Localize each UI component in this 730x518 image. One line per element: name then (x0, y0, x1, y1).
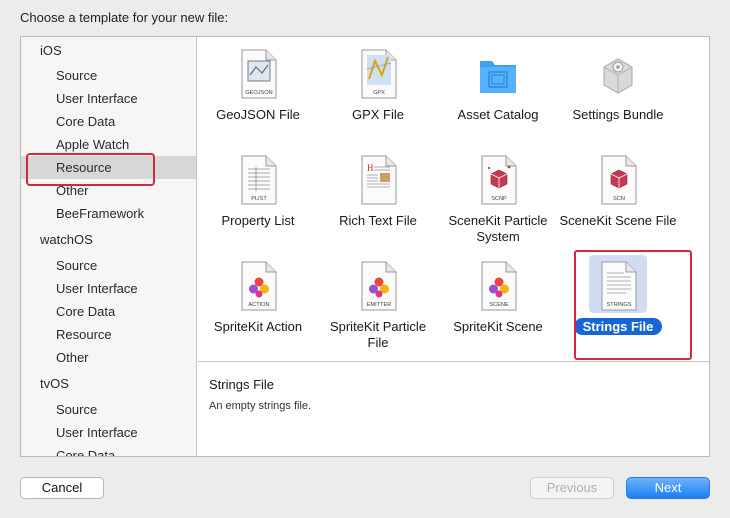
template-label-text: SpriteKit Particle File (329, 319, 427, 350)
sidebar-item-15[interactable]: Source (21, 398, 196, 421)
template-tile[interactable]: ACTION SpriteKit Action (198, 253, 318, 359)
sidebar-platform-0[interactable]: iOS (21, 39, 196, 62)
template-label-text: Settings Bundle (572, 107, 664, 122)
svg-text:ACTION: ACTION (248, 302, 269, 308)
template-label: GeoJSON File (198, 107, 318, 123)
svg-text:PLIST: PLIST (251, 196, 267, 202)
template-description: Strings File An empty strings file. (198, 363, 709, 456)
template-tile[interactable]: H Rich Text File (318, 147, 438, 253)
folder-icon (478, 49, 518, 99)
svg-text:GEOJSON: GEOJSON (245, 90, 272, 96)
template-label: SceneKit Particle System (438, 213, 558, 245)
sidebar-item-7[interactable]: BeeFramework (21, 202, 196, 225)
sidebar-item-2[interactable]: User Interface (21, 87, 196, 110)
template-grid: GEOJSON GeoJSON File GPX GPX File Asset Cata… (198, 37, 709, 362)
sidebar-item-13[interactable]: Other (21, 346, 196, 369)
sidebar-item-3[interactable]: Core Data (21, 110, 196, 133)
rich-text-icon: H (358, 155, 398, 205)
spritekit-particle-icon: EMITTER (358, 261, 398, 311)
svg-text:SCN: SCN (613, 196, 625, 202)
sidebar-item-1[interactable]: Source (21, 64, 196, 87)
template-label: SpriteKit Particle File (318, 319, 438, 351)
template-label: Settings Bundle (558, 107, 678, 123)
sidebar-item-11[interactable]: Core Data (21, 300, 196, 323)
sidebar-item-12[interactable]: Resource (21, 323, 196, 346)
template-label: SpriteKit Scene (438, 319, 558, 335)
template-label-text: SpriteKit Action (213, 319, 303, 334)
svg-text:GPX: GPX (373, 90, 385, 96)
template-label-text: GeoJSON File (216, 107, 300, 122)
svg-text:SCNP: SCNP (491, 196, 507, 202)
sidebar-platform-8[interactable]: watchOS (21, 228, 196, 251)
gpx-icon: GPX (358, 49, 398, 99)
annotation-highlight-resource (26, 153, 155, 186)
svg-text:H: H (367, 163, 374, 173)
template-label-text: Asset Catalog (457, 107, 539, 122)
template-label-text: SceneKit Particle System (448, 213, 548, 244)
template-tile[interactable]: Settings Bundle (558, 41, 678, 147)
description-text: An empty strings file. (209, 400, 312, 412)
scenekit-particle-icon: SCNP (478, 155, 518, 205)
template-tile[interactable]: PLIST Property List (198, 147, 318, 253)
template-label: SpriteKit Action (198, 319, 318, 335)
template-tile[interactable]: GEOJSON GeoJSON File (198, 41, 318, 147)
template-tile[interactable]: SCNP SceneKit Particle System (438, 147, 558, 253)
template-tile[interactable]: SCENE SpriteKit Scene (438, 253, 558, 359)
dialog-heading: Choose a template for your new file: (20, 10, 229, 25)
template-tile[interactable]: GPX GPX File (318, 41, 438, 147)
spritekit-action-icon: ACTION (238, 261, 278, 311)
template-label: Asset Catalog (438, 107, 558, 123)
template-tile[interactable]: EMITTER SpriteKit Particle File (318, 253, 438, 359)
template-label: Property List (198, 213, 318, 229)
category-sidebar[interactable]: iOS Source User Interface Core Data Apple Wa… (21, 37, 197, 456)
plist-icon: PLIST (238, 155, 278, 205)
template-label-text: GPX File (351, 107, 404, 122)
next-button[interactable]: Next (626, 477, 710, 499)
sidebar-platform-14[interactable]: tvOS (21, 372, 196, 395)
bundle-icon (598, 49, 638, 99)
sidebar-item-10[interactable]: User Interface (21, 277, 196, 300)
previous-button[interactable]: Previous (530, 477, 614, 499)
template-label: SceneKit Scene File (558, 213, 678, 229)
scenekit-scene-icon: SCN (598, 155, 638, 205)
spritekit-scene-icon: SCENE (478, 261, 518, 311)
template-chooser: iOS Source User Interface Core Data Apple Wa… (20, 36, 710, 457)
template-tile[interactable]: Asset Catalog (438, 41, 558, 147)
svg-text:EMITTER: EMITTER (367, 302, 392, 308)
template-label-text: Rich Text File (339, 213, 417, 228)
template-label-text: SceneKit Scene File (559, 213, 677, 228)
template-label: Rich Text File (318, 213, 438, 229)
annotation-highlight-strings (574, 250, 692, 360)
description-title: Strings File (209, 377, 275, 392)
sidebar-item-17[interactable]: Core Data (21, 444, 196, 456)
svg-text:SCENE: SCENE (489, 302, 509, 308)
sidebar-item-9[interactable]: Source (21, 254, 196, 277)
template-label-text: SpriteKit Scene (453, 319, 543, 334)
template-label: GPX File (318, 107, 438, 123)
template-tile[interactable]: SCN SceneKit Scene File (558, 147, 678, 253)
template-label-text: Property List (221, 213, 295, 228)
sidebar-item-16[interactable]: User Interface (21, 421, 196, 444)
geojson-icon: GEOJSON (238, 49, 278, 99)
cancel-button[interactable]: Cancel (20, 477, 104, 499)
